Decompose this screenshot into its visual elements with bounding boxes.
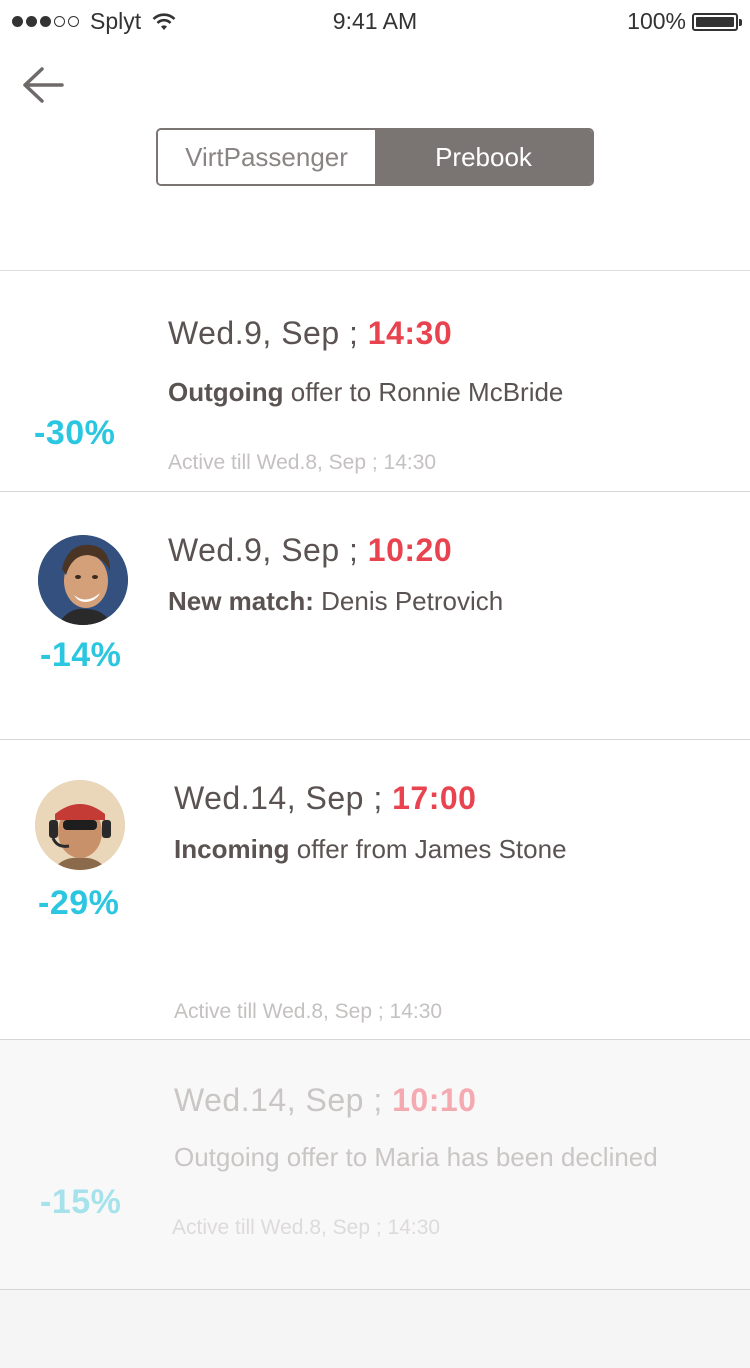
avatar <box>35 780 125 870</box>
time-text: 10:10 <box>392 1082 477 1118</box>
avatar <box>38 535 128 625</box>
ride-date: Wed.14, Sep ; 10:10 <box>174 1082 476 1119</box>
time-text: 10:20 <box>367 532 453 568</box>
offer-type: Incoming <box>174 834 290 864</box>
ride-date: Wed.9, Sep ; 14:30 <box>168 315 452 352</box>
ride-date: Wed.9, Sep ; 10:20 <box>168 532 452 569</box>
status-bar: Splyt 9:41 AM 100% <box>0 0 750 40</box>
list-item[interactable]: -14% Wed.9, Sep ; 10:20 New match: Denis… <box>0 492 750 740</box>
date-text: Wed.9, Sep ; <box>168 532 359 568</box>
offer-description: New match: Denis Petrovich <box>168 586 503 617</box>
tab-virtpassenger[interactable]: VirtPassenger <box>158 130 375 184</box>
battery-percent: 100% <box>627 8 686 34</box>
list-footer <box>0 1290 750 1368</box>
active-till-text: Active till Wed.8, Sep ; 14:30 <box>172 1216 441 1239</box>
active-till-text: Active till Wed.8, Sep ; 14:30 <box>174 1000 443 1023</box>
date-text: Wed.14, Sep ; <box>174 1082 383 1118</box>
ride-date: Wed.14, Sep ; 17:00 <box>174 780 476 817</box>
battery-icon <box>692 12 742 31</box>
offer-detail: offer from James Stone <box>289 834 567 864</box>
list-item[interactable]: -29% Wed.14, Sep ; 17:00 Incoming offer … <box>0 740 750 1040</box>
active-till-text: Active till Wed.8, Sep ; 14:30 <box>168 451 437 474</box>
offer-detail: offer to Ronnie McBride <box>283 377 564 407</box>
battery-status: 100% <box>627 8 742 35</box>
man-headset-avatar <box>35 780 125 870</box>
time-text: 14:30 <box>367 315 453 351</box>
date-text: Wed.14, Sep ; <box>174 780 383 816</box>
list-item[interactable]: -30% Wed.9, Sep ; 14:30 Outgoing offer t… <box>0 271 750 492</box>
discount-label: -14% <box>40 636 122 674</box>
offer-description: Outgoing offer to Maria has been decline… <box>174 1142 658 1173</box>
discount-label: -30% <box>34 414 116 452</box>
offer-description: Outgoing offer to Ronnie McBride <box>168 377 563 408</box>
back-button[interactable] <box>20 64 66 106</box>
arrow-left-icon <box>23 67 64 103</box>
tab-prebook[interactable]: Prebook <box>375 130 592 184</box>
time-text: 17:00 <box>392 780 477 816</box>
offer-detail: Outgoing offer to Maria has been decline… <box>174 1142 658 1172</box>
offer-detail: Denis Petrovich <box>313 586 504 616</box>
mode-segmented-control: VirtPassenger Prebook <box>156 128 594 186</box>
date-text: Wed.9, Sep ; <box>168 315 359 351</box>
man-smiling-avatar <box>38 535 128 625</box>
discount-label: -15% <box>40 1183 122 1221</box>
offer-description: Incoming offer from James Stone <box>174 834 567 865</box>
offer-type: Outgoing <box>168 377 284 407</box>
offer-type: New match: <box>168 586 314 616</box>
list-item[interactable]: -15% Wed.14, Sep ; 10:10 Outgoing offer … <box>0 1040 750 1290</box>
discount-label: -29% <box>38 884 120 922</box>
